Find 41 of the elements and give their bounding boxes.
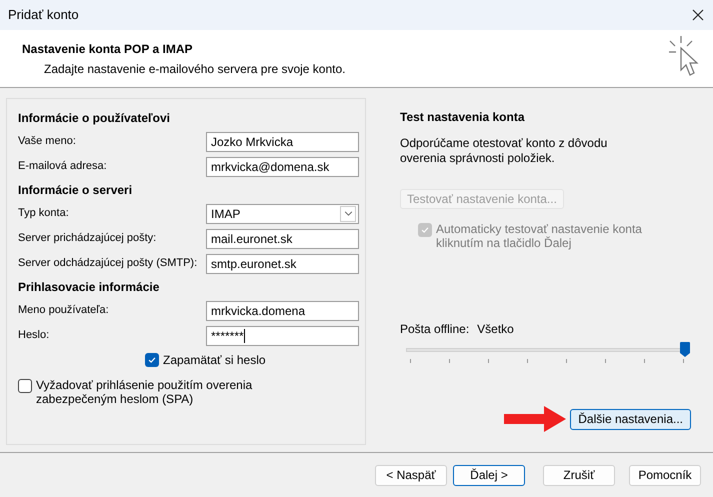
field-label: Server prichádzajúcej pošty: bbox=[18, 231, 156, 246]
input-field[interactable]: mail.euronet.sk bbox=[206, 228, 359, 248]
field-label: Meno používateľa: bbox=[18, 303, 109, 318]
input-field[interactable]: smtp.euronet.sk bbox=[206, 254, 359, 274]
input-field[interactable]: ******* bbox=[206, 326, 359, 346]
check-icon bbox=[147, 355, 157, 365]
header-subtitle: Zadajte nastavenie e-mailového servera pre svoje konto. bbox=[43, 61, 346, 78]
check-icon bbox=[420, 225, 430, 235]
input-field[interactable]: mrkvicka@domena.sk bbox=[206, 156, 359, 176]
more-settings-button[interactable]: Ďalšie nastavenia... bbox=[570, 408, 691, 430]
dialog-button[interactable]: Pomocník bbox=[629, 464, 701, 486]
input-field[interactable]: mrkvicka.domena bbox=[206, 300, 359, 320]
window-title: Pridať konto bbox=[8, 6, 79, 24]
slider-thumb[interactable] bbox=[680, 342, 690, 357]
annotation-arrow bbox=[504, 406, 566, 432]
chevron-icon bbox=[340, 206, 356, 222]
checkbox[interactable] bbox=[18, 379, 32, 393]
close-icon[interactable] bbox=[691, 8, 705, 22]
checkbox-label: Automaticky testovať nastavenie konta kliknutím na tlačidlo Ďalej bbox=[436, 222, 643, 250]
section-heading: Prihlasovacie informácie bbox=[18, 279, 160, 296]
input-field[interactable]: Jozko Mrkvicka bbox=[206, 132, 359, 152]
description-text: Odporúčame otestovať konto z dôvodu overenia správnosti položiek. bbox=[400, 136, 608, 166]
offline-value: Všetko bbox=[477, 321, 514, 338]
checkbox-label: Vyžadovať prihlásenie použitím overenia zabezpečeným heslom (SPA) bbox=[36, 378, 254, 406]
section-heading: Informácie o používateľovi bbox=[18, 110, 171, 127]
field-label: Vaše meno: bbox=[18, 134, 76, 150]
dialog-button[interactable]: Zrušiť bbox=[543, 464, 615, 486]
offline-label: Pošta offline: bbox=[400, 321, 470, 338]
text-cursor bbox=[244, 328, 245, 342]
checkbox[interactable] bbox=[145, 353, 159, 367]
dialog-button[interactable]: Ďalej > bbox=[453, 464, 525, 486]
dialog-button[interactable]: < Naspäť bbox=[375, 464, 447, 486]
field-label: E-mailová adresa: bbox=[18, 159, 107, 174]
dropdown[interactable]: IMAP bbox=[206, 204, 359, 224]
field-label: Heslo: bbox=[18, 328, 50, 344]
checkbox-label: Zapamätať si heslo bbox=[163, 352, 266, 369]
field-label: Typ konta: bbox=[18, 206, 69, 222]
section-heading: Test nastavenia konta bbox=[400, 109, 526, 126]
section-heading: Informácie o serveri bbox=[18, 182, 134, 199]
header-title: Nastavenie konta POP a IMAP bbox=[22, 41, 194, 58]
field-label: Server odchádzajúcej pošty (SMTP): bbox=[18, 256, 198, 272]
